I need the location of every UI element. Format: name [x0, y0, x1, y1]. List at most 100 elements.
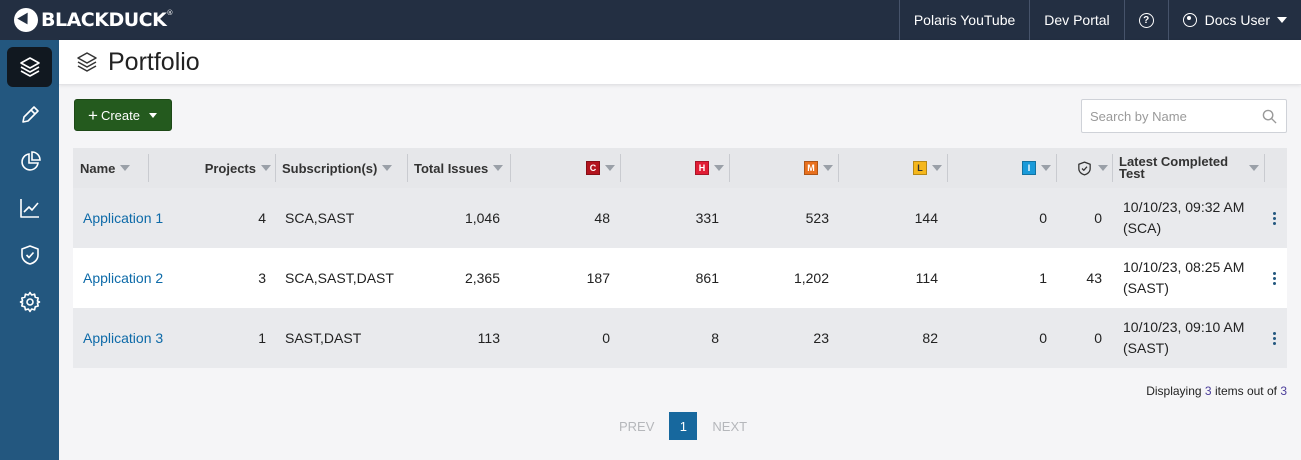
search-icon[interactable]: [1262, 109, 1277, 124]
column-header-low[interactable]: L: [839, 148, 948, 188]
blackduck-logo-icon: [14, 8, 38, 32]
sidebar-item-dashboards[interactable]: [7, 142, 52, 182]
info-count: 0: [1039, 210, 1047, 226]
polaris-youtube-link[interactable]: Polaris YouTube: [898, 0, 1029, 40]
sort-down-icon: [823, 165, 833, 171]
more-vertical-icon: [1272, 211, 1276, 225]
critical-count: 0: [602, 330, 610, 346]
pie-chart-icon: [20, 151, 41, 171]
table-row[interactable]: Application 2 3 SCA,SAST,DAST 2,365 187 …: [73, 248, 1287, 308]
column-header-latest-test[interactable]: Latest Completed Test: [1113, 148, 1265, 188]
dev-portal-link[interactable]: Dev Portal: [1029, 0, 1123, 40]
search-input[interactable]: [1082, 100, 1252, 132]
sort-down-icon: [493, 165, 504, 171]
test-date: 10/10/23, 09:10 AM: [1123, 319, 1245, 335]
sidebar-item-settings[interactable]: [7, 282, 52, 322]
projects-count: 1: [258, 330, 266, 346]
sidebar: [0, 40, 59, 460]
row-actions-button[interactable]: [1272, 248, 1278, 308]
column-header-name[interactable]: Name: [73, 148, 149, 188]
brand-logo[interactable]: BLACKDUCK®: [14, 0, 173, 40]
brand-mark: ®: [166, 9, 173, 17]
portfolio-layers-icon: [77, 52, 97, 72]
subscriptions: SCA,SAST,DAST: [285, 270, 394, 286]
gear-icon: [19, 291, 40, 313]
high-severity-badge: H: [695, 161, 709, 175]
page-1-button[interactable]: 1: [669, 412, 698, 440]
latest-test: 10/10/23, 09:10 AM (SAST): [1123, 308, 1244, 368]
critical-count: 187: [586, 270, 610, 286]
sort-down-icon: [605, 165, 615, 171]
latest-test: 10/10/23, 08:25 AM (SAST): [1123, 248, 1244, 308]
plus-icon: +: [88, 105, 98, 125]
projects-count: 4: [258, 210, 266, 226]
table-row[interactable]: Application 1 4 SCA,SAST 1,046 48 331 52…: [73, 188, 1287, 248]
more-vertical-icon: [1272, 331, 1276, 345]
column-header-subscriptions[interactable]: Subscription(s): [276, 148, 408, 188]
page-title: Portfolio: [108, 47, 200, 76]
create-button-label: Create: [100, 107, 140, 123]
info-count: 0: [1039, 330, 1047, 346]
prev-page-button[interactable]: PREV: [619, 419, 654, 434]
policy-count: 0: [1094, 330, 1102, 346]
top-nav: Polaris YouTube Dev Portal ? Docs User: [898, 0, 1301, 40]
next-page-button[interactable]: NEXT: [712, 419, 747, 434]
medium-severity-badge: M: [804, 161, 818, 175]
column-header-high[interactable]: H: [621, 148, 730, 188]
critical-count: 48: [594, 210, 610, 226]
trend-chart-icon: [19, 199, 39, 218]
shield-check-icon: [1078, 160, 1091, 176]
items-total: 3: [1280, 384, 1287, 398]
column-header-medium[interactable]: M: [730, 148, 839, 188]
page-header: Portfolio: [59, 40, 1301, 85]
chevron-down-icon: [148, 112, 157, 118]
total-issues: 1,046: [464, 210, 500, 226]
critical-severity-badge: C: [586, 161, 600, 175]
chevron-down-icon: [1277, 17, 1287, 23]
items-count: Displaying 3 items out of 3: [1146, 384, 1287, 398]
sidebar-item-policies[interactable]: [7, 235, 52, 275]
user-menu[interactable]: Docs User: [1167, 0, 1301, 40]
help-button[interactable]: ?: [1123, 0, 1168, 40]
info-count: 1: [1039, 270, 1047, 286]
row-actions-button[interactable]: [1272, 188, 1278, 248]
sidebar-item-portfolio[interactable]: [7, 47, 52, 87]
column-header-critical[interactable]: C: [511, 148, 621, 188]
info-severity-badge: I: [1022, 161, 1036, 175]
column-label: Projects: [204, 160, 256, 176]
pen-icon: [21, 106, 39, 123]
low-count: 144: [914, 210, 938, 226]
table-row[interactable]: Application 3 1 SAST,DAST 113 0 8 23 82 …: [73, 308, 1287, 368]
user-name: Docs User: [1204, 12, 1270, 28]
test-date: 10/10/23, 09:32 AM: [1123, 199, 1245, 215]
help-icon: ?: [1138, 12, 1154, 28]
column-header-projects[interactable]: Projects: [149, 148, 276, 188]
sidebar-item-findings[interactable]: [7, 95, 52, 135]
column-header-policy[interactable]: [1057, 148, 1113, 188]
projects-count: 3: [258, 270, 266, 286]
sidebar-item-reports[interactable]: [7, 188, 52, 228]
subscriptions: SAST,DAST: [285, 330, 362, 346]
items-shown: 3: [1204, 384, 1212, 398]
portfolio-layers-icon: [19, 57, 40, 77]
table-header: Name Projects Subscription(s) Total Issu…: [73, 148, 1287, 188]
search-box: [1081, 99, 1287, 133]
high-count: 861: [695, 270, 719, 286]
create-button[interactable]: + Create: [74, 99, 172, 131]
sort-down-icon: [714, 165, 724, 171]
shield-check-icon: [20, 245, 39, 265]
more-vertical-icon: [1272, 271, 1276, 285]
low-severity-badge: L: [913, 161, 927, 175]
policy-count: 43: [1086, 270, 1102, 286]
test-type: (SCA): [1123, 220, 1162, 236]
high-count: 331: [695, 210, 719, 226]
column-header-total-issues[interactable]: Total Issues: [408, 148, 511, 188]
high-count: 8: [711, 330, 719, 346]
test-type: (SAST): [1123, 280, 1169, 296]
items-count-middle: items out of: [1214, 384, 1277, 398]
medium-count: 1,202: [793, 270, 829, 286]
row-actions-button[interactable]: [1272, 308, 1278, 368]
column-header-info[interactable]: I: [948, 148, 1057, 188]
pagination: PREV 1 NEXT: [619, 412, 747, 440]
subscriptions: SCA,SAST: [285, 210, 355, 226]
